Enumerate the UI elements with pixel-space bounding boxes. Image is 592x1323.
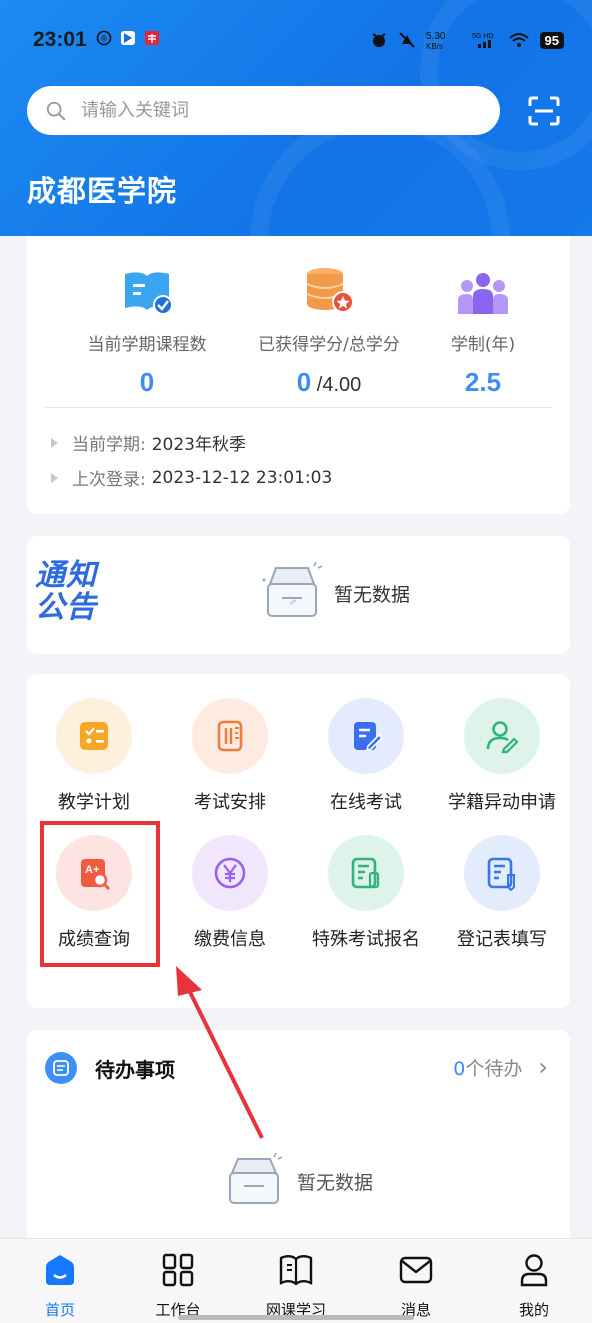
notice-empty-text: 暂无数据: [334, 584, 411, 606]
stat-label: 已获得学分/总学分: [258, 335, 400, 355]
search-bar[interactable]: [27, 86, 500, 135]
grid-item-form-fill[interactable]: 登记表填写: [434, 835, 570, 951]
school-name: 成都医学院: [27, 174, 178, 208]
exam-schedule-icon: [217, 720, 243, 752]
circle-icon: ®: [96, 30, 112, 46]
mute-icon: [398, 32, 415, 48]
stat-label: 学制(年): [450, 335, 516, 355]
app-red-icon: [145, 31, 159, 45]
svg-text:5G HD: 5G HD: [472, 33, 493, 40]
todo-empty-text: 暂无数据: [297, 1172, 374, 1194]
grid-item-status-change[interactable]: 学籍异动申请: [434, 698, 570, 814]
chevron-right-icon: ›: [538, 1053, 548, 1081]
todo-list-icon: [45, 1052, 77, 1084]
notice-card[interactable]: 通知 公告 暂无数据: [27, 536, 570, 654]
bullet-triangle-icon: [51, 437, 58, 448]
divider: [45, 407, 552, 408]
grid-item-exam-schedule[interactable]: 考试安排: [162, 698, 298, 814]
empty-box-icon: [262, 561, 323, 617]
credits-coins-icon: [306, 268, 354, 313]
stat-value: 0: [139, 367, 155, 397]
tab-messages[interactable]: 消息: [366, 1253, 466, 1320]
stat-course-count[interactable]: 当前学期课程数 0: [57, 266, 237, 398]
tab-profile[interactable]: 我的: [484, 1253, 584, 1320]
teaching-plan-icon: [80, 722, 108, 750]
empty-box-icon: [229, 1152, 283, 1204]
status-bar: 23:01 ® 5.30 KB/s 5G HD 95: [0, 22, 592, 62]
wifi-icon: [508, 33, 529, 47]
last-login-row: 上次登录: 2023-12-12 23:01:03: [51, 465, 332, 490]
alarm-icon: [371, 33, 386, 47]
svg-text:KB/s: KB/s: [426, 42, 443, 50]
highlight-box-grade-query: [40, 821, 160, 967]
people-group-icon: [458, 273, 508, 314]
status-time: 23:01: [33, 28, 87, 51]
grid-item-payment[interactable]: 缴费信息: [162, 835, 298, 951]
grid-item-online-exam[interactable]: 在线考试: [298, 698, 434, 814]
yen-coin-icon: [214, 857, 246, 889]
battery-indicator: 95: [539, 31, 564, 49]
signal-icon: 5G HD: [472, 33, 493, 48]
status-left-icons: ®: [96, 30, 160, 46]
course-book-icon: [125, 272, 173, 315]
todo-title: 待办事项: [95, 1058, 175, 1082]
stat-value: 0 /4.00: [296, 367, 362, 397]
scan-icon[interactable]: [527, 96, 561, 126]
search-icon: [46, 101, 66, 120]
grid-apps-icon: [162, 1253, 194, 1287]
person-icon: [520, 1254, 548, 1287]
notice-logo: 通知 公告: [35, 558, 97, 625]
tab-online-course[interactable]: 网课学习: [246, 1253, 346, 1320]
network-speed-icon: 5.30KB/s: [426, 31, 446, 50]
stat-program-years[interactable]: 学制(年) 2.5: [393, 266, 573, 398]
registration-form-icon: [351, 857, 380, 889]
student-overview-card: 当前学期课程数 0 已获得学分/总学分 0 /4.00 学制(年) 2.5 当前…: [27, 236, 570, 514]
status-right-icons: 5.30 KB/s 5G HD 95: [370, 30, 564, 50]
todo-card: 待办事项 0个待办 › 暂无数据: [27, 1030, 570, 1250]
header: 23:01 ® 5.30KB/s 5G HD 95 成都医学院: [0, 0, 592, 236]
grid-item-special-exam[interactable]: 特殊考试报名: [298, 835, 434, 951]
grid-item-teaching-plan[interactable]: 教学计划: [26, 698, 162, 814]
user-edit-icon: [486, 721, 519, 754]
bullet-triangle-icon: [51, 472, 58, 483]
home-icon: [46, 1255, 74, 1285]
todo-count-link[interactable]: 0个待办 ›: [453, 1054, 548, 1081]
tab-home[interactable]: 首页: [10, 1253, 110, 1320]
bottom-tab-bar: 首页 工作台 网课学习 消息 我的: [0, 1238, 592, 1323]
current-term-row: 当前学期: 2023年秋季: [51, 430, 246, 455]
tab-workbench[interactable]: 工作台: [128, 1253, 228, 1320]
stat-credits[interactable]: 已获得学分/总学分 0 /4.00: [239, 266, 419, 398]
book-open-icon: [279, 1255, 313, 1286]
form-fill-icon: [487, 857, 515, 891]
stat-label: 当前学期课程数: [87, 335, 207, 355]
svg-text:®: ®: [101, 34, 108, 44]
svg-text:5.30: 5.30: [426, 31, 446, 42]
envelope-icon: [399, 1256, 433, 1284]
online-exam-icon: [354, 722, 384, 752]
home-indicator: [178, 1315, 414, 1320]
search-input[interactable]: [81, 100, 461, 121]
stat-value: 2.5: [464, 367, 502, 397]
app-icon: [121, 31, 135, 45]
